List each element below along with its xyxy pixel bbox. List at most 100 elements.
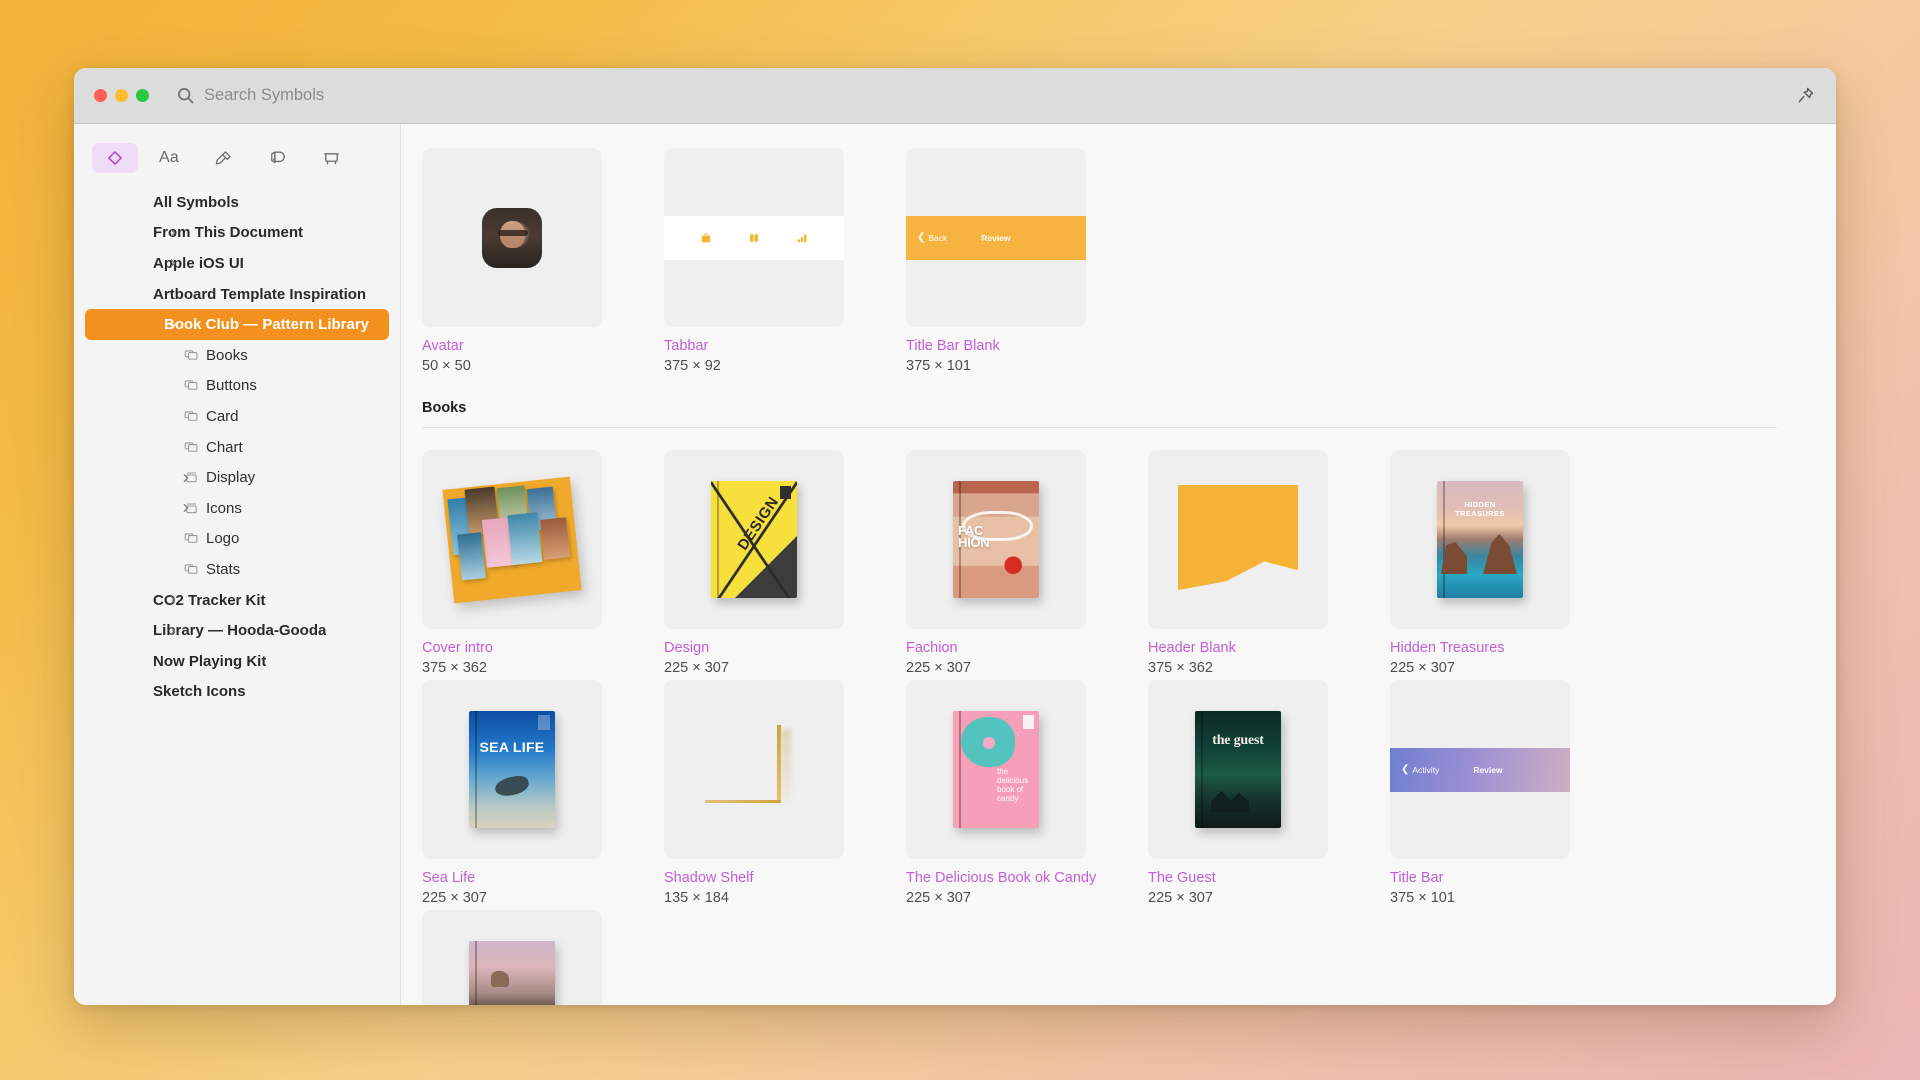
symbol-caption: Sea Life 225 × 307 bbox=[422, 869, 664, 908]
book-cover-hidden-treasures: HIDDEN TREASURES bbox=[1437, 481, 1523, 598]
symbol-size: 225 × 307 bbox=[1390, 660, 1455, 676]
symbol-size: 375 × 362 bbox=[422, 660, 487, 676]
search-input[interactable] bbox=[204, 86, 624, 105]
sidebar-item-now-playing-kit[interactable]: Now Playing Kit bbox=[74, 646, 400, 677]
symbol-thumbnail[interactable]: FAC HION bbox=[906, 450, 1086, 629]
symbol-cell-sea-life[interactable]: SEA LIFE Sea Life 225 × 307 bbox=[422, 680, 664, 908]
symbol-name: The Guest bbox=[1148, 870, 1216, 886]
tab-artboards[interactable] bbox=[308, 143, 354, 173]
sidebar-item-library-hooda-gooda[interactable]: Library — Hooda-Gooda bbox=[74, 615, 400, 646]
chevron-right-icon[interactable] bbox=[163, 626, 183, 636]
symbol-cell-cover-intro[interactable]: Cover intro 375 × 362 bbox=[422, 450, 664, 678]
symbol-thumbnail[interactable] bbox=[422, 148, 602, 327]
book-cover-sea-life: SEA LIFE bbox=[469, 711, 555, 828]
chevron-right-icon[interactable] bbox=[163, 228, 183, 238]
tab-text-styles[interactable]: Aa bbox=[146, 143, 192, 173]
minimize-window-button[interactable] bbox=[115, 89, 128, 102]
sidebar-item-book-club-pattern-library[interactable]: Book Club — Pattern Library bbox=[85, 309, 389, 340]
chevron-right-icon[interactable] bbox=[176, 473, 196, 483]
symbol-thumbnail[interactable]: SEA LIFE bbox=[422, 680, 602, 859]
text-aa-icon: Aa bbox=[159, 149, 179, 166]
stats-icon bbox=[796, 232, 808, 244]
cover-intro-art bbox=[442, 476, 582, 603]
sidebar-item-label: Now Playing Kit bbox=[153, 652, 267, 670]
zoom-window-button[interactable] bbox=[136, 89, 149, 102]
symbol-thumbnail[interactable]: ❮ Activity Review bbox=[1390, 680, 1570, 859]
tab-colors[interactable] bbox=[254, 143, 300, 173]
chevron-right-icon[interactable] bbox=[163, 595, 183, 605]
symbol-name: Tabbar bbox=[664, 338, 709, 354]
symbol-thumbnail[interactable] bbox=[664, 148, 844, 327]
sidebar-item-stats[interactable]: Stats bbox=[74, 554, 400, 585]
tab-symbols[interactable] bbox=[92, 143, 138, 173]
symbol-caption: Title Bar Blank 375 × 101 bbox=[906, 337, 1148, 376]
symbol-cell-avatar[interactable]: Avatar 50 × 50 bbox=[422, 148, 664, 376]
symbol-caption: The Delicious Book ok Candy 225 × 307 bbox=[906, 869, 1148, 908]
symbol-thumbnail[interactable] bbox=[664, 680, 844, 859]
symbol-size: 225 × 307 bbox=[906, 890, 971, 906]
symbol-cell-tabbar[interactable]: Tabbar 375 × 92 bbox=[664, 148, 906, 376]
chevron-down-icon[interactable] bbox=[163, 320, 183, 330]
symbol-thumbnail[interactable] bbox=[422, 450, 602, 629]
symbol-name: Design bbox=[664, 640, 710, 656]
close-window-button[interactable] bbox=[94, 89, 107, 102]
symbol-thumbnail[interactable]: the guest bbox=[1148, 680, 1328, 859]
symbol-cell-the-delicious-book-ok-candy[interactable]: the delicious book of candy The Delicious Bo… bbox=[906, 680, 1148, 908]
sidebar-item-logo[interactable]: Logo bbox=[74, 524, 400, 555]
symbol-cell-the-guest[interactable]: the guest The Guest 225 × 307 bbox=[1148, 680, 1390, 908]
symbol-thumbnail[interactable]: HIDDEN TREASURES bbox=[1390, 450, 1570, 629]
sidebar-item-from-this-document[interactable]: From This Document bbox=[74, 218, 400, 249]
symbol-name: Fachion bbox=[906, 640, 958, 656]
sidebar-item-label: All Symbols bbox=[153, 193, 239, 211]
symbol-thumbnail[interactable] bbox=[1148, 450, 1328, 629]
sidebar-item-all-symbols[interactable]: All Symbols bbox=[74, 187, 400, 218]
symbol-caption: The Guest 225 × 307 bbox=[1148, 869, 1390, 908]
sidebar-item-apple-ios-ui[interactable]: Apple iOS UI bbox=[74, 248, 400, 279]
symbol-cell-shadow-shelf[interactable]: Shadow Shelf 135 × 184 bbox=[664, 680, 906, 908]
sidebar-item-label: Buttons bbox=[206, 377, 257, 395]
sidebar-item-display[interactable]: Display bbox=[74, 462, 400, 493]
book-cover-the-guest: the guest bbox=[1195, 711, 1281, 828]
chevron-right-icon[interactable] bbox=[163, 258, 183, 268]
symbol-cell-wildlife[interactable]: WildlifeWildlife225 × 307 bbox=[422, 910, 664, 1005]
artboard-icon bbox=[323, 152, 339, 164]
symbol-size: 375 × 101 bbox=[906, 358, 971, 374]
symbols-grid-panel[interactable]: Avatar 50 × 50 Tabbar 375 × 92 ❮ Back Review Ti… bbox=[401, 124, 1836, 1005]
sidebar-item-artboard-template-inspiration[interactable]: Artboard Template Inspiration bbox=[74, 279, 400, 310]
symbol-library-tree: All Symbols From This Document Apple iOS U… bbox=[74, 179, 400, 1005]
chevron-right-icon[interactable] bbox=[176, 503, 196, 513]
sidebar-item-chart[interactable]: Chart bbox=[74, 432, 400, 463]
symbol-cell-title-bar-blank[interactable]: ❮ Back Review Title Bar Blank 375 × 101 bbox=[906, 148, 1148, 376]
sidebar-item-co2-tracker-kit[interactable]: CO2 Tracker Kit bbox=[74, 585, 400, 616]
symbol-thumbnail[interactable]: Wildlife bbox=[422, 910, 602, 1005]
symbol-size: 225 × 307 bbox=[906, 660, 971, 676]
symbol-size: 50 × 50 bbox=[422, 358, 471, 374]
sidebar-item-icons[interactable]: Icons bbox=[74, 493, 400, 524]
symbol-caption: Fachion 225 × 307 bbox=[906, 639, 1148, 678]
sidebar-item-card[interactable]: Card bbox=[74, 401, 400, 432]
mini-book-cover bbox=[507, 511, 543, 565]
sidebar-item-buttons[interactable]: Buttons bbox=[74, 371, 400, 402]
symbol-cell-header-blank[interactable]: Header Blank 375 × 362 bbox=[1148, 450, 1390, 678]
symbol-thumbnail[interactable]: DESIGN bbox=[664, 450, 844, 629]
symbol-cell-hidden-treasures[interactable]: HIDDEN TREASURES Hidden Treasures 225 × 307 bbox=[1390, 450, 1632, 678]
shadow-shelf-art bbox=[699, 724, 809, 815]
sidebar-item-label: Book Club — Pattern Library bbox=[164, 316, 370, 334]
cover-title: SEA LIFE bbox=[479, 739, 545, 755]
sidebar-item-books[interactable]: Books bbox=[74, 340, 400, 371]
symbol-group-icon bbox=[184, 348, 206, 363]
symbol-name: Cover intro bbox=[422, 640, 493, 656]
symbol-group-icon bbox=[184, 378, 206, 393]
pin-window-button[interactable] bbox=[1792, 83, 1818, 109]
symbol-cell-title-bar[interactable]: ❮ Activity Review Title Bar 375 × 101 bbox=[1390, 680, 1632, 908]
symbol-thumbnail[interactable]: the delicious book of candy bbox=[906, 680, 1086, 859]
avatar-image bbox=[482, 207, 542, 268]
symbol-cell-design[interactable]: DESIGN Design 225 × 307 bbox=[664, 450, 906, 678]
search-bar[interactable] bbox=[177, 86, 1792, 105]
tab-layer-styles[interactable] bbox=[200, 143, 246, 173]
symbol-cell-fachion[interactable]: FAC HION Fachion 225 × 307 bbox=[906, 450, 1148, 678]
symbol-size: 375 × 101 bbox=[1390, 890, 1455, 906]
sidebar-item-sketch-icons[interactable]: Sketch Icons bbox=[74, 677, 400, 708]
symbol-group-icon bbox=[184, 531, 206, 546]
symbol-thumbnail[interactable]: ❮ Back Review bbox=[906, 148, 1086, 327]
